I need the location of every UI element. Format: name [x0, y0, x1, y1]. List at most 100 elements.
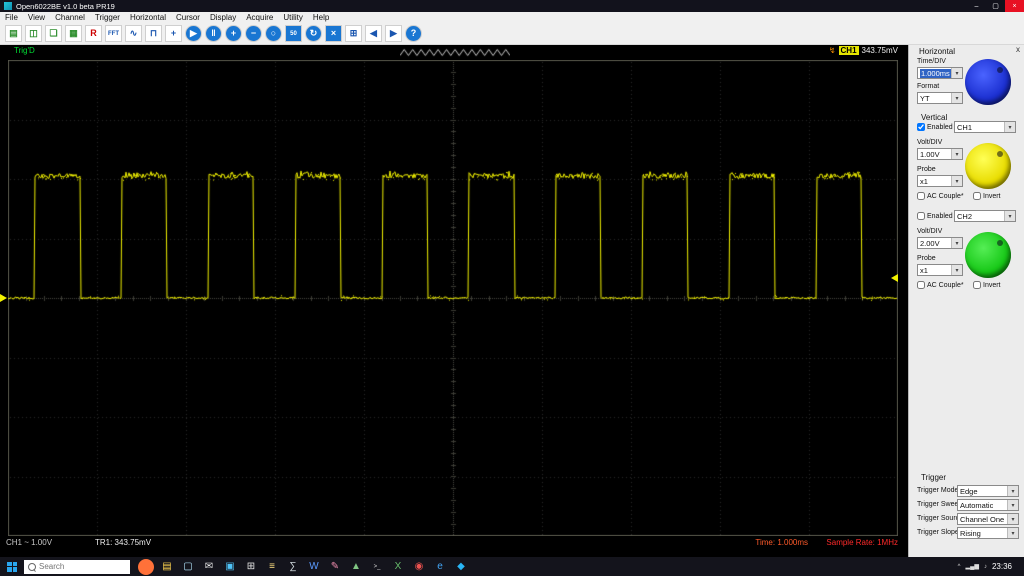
trigger-sweep-select[interactable]: Automatic ▾ — [957, 499, 1019, 511]
run-button[interactable]: ▶ — [185, 25, 202, 42]
ch1-probe-select[interactable]: x1 ▾ — [917, 175, 963, 187]
notes-icon[interactable]: ≡ — [264, 559, 280, 575]
close-button[interactable]: × — [1005, 0, 1024, 12]
trigger-sweep-label: Trigger Sweep — [917, 501, 962, 508]
scope-status-bar: CH1 ~ 1.00V TR1: 343.75mV Time: 1.000ms … — [0, 538, 908, 550]
ch2-vertical-knob[interactable] — [965, 232, 1011, 278]
next-frame-button[interactable]: ▶ — [385, 25, 402, 42]
ch2-enabled-checkbox[interactable]: Enabled — [917, 212, 953, 220]
time-readout: Time: 1.000ms — [755, 538, 808, 547]
menu-item[interactable]: File — [0, 13, 23, 22]
search-input[interactable] — [39, 562, 109, 571]
menu-item[interactable]: Channel — [50, 13, 90, 22]
time-div-select[interactable]: 1.000ms ▾ — [917, 67, 963, 79]
menu-item[interactable]: Trigger — [90, 13, 125, 22]
ch1-ground-marker[interactable] — [0, 294, 7, 302]
record-button[interactable]: R — [85, 25, 102, 42]
minimize-button[interactable]: – — [967, 0, 986, 12]
menu-item[interactable]: Display — [205, 13, 241, 22]
tray-chevron-icon[interactable]: ^ — [958, 564, 961, 570]
chevron-down-icon: ▾ — [1004, 122, 1015, 132]
open-file-button[interactable]: ▤ — [5, 25, 22, 42]
menu-item[interactable]: Acquire — [241, 13, 278, 22]
taskbar: ▤ ▢ ✉ ▣ ⊞ ≡ ∑ W ✎ ▲ >_ X ◉ e ◆ ^ ▂▄▆ ♪ 23:36 — [0, 557, 1024, 576]
format-label: Format — [917, 83, 939, 90]
menu-item[interactable]: Horizontal — [125, 13, 171, 22]
format-select[interactable]: YT ▾ — [917, 92, 963, 104]
ch2-channel-select[interactable]: CH2 ▾ — [954, 210, 1016, 222]
square-wave-button[interactable]: ⊓ — [145, 25, 162, 42]
prev-frame-button[interactable]: ◀ — [365, 25, 382, 42]
close-channel-button[interactable]: × — [325, 25, 342, 42]
edge-icon[interactable]: e — [432, 559, 448, 575]
ch1-invert-checkbox[interactable]: Invert — [973, 192, 1001, 200]
word-icon[interactable]: W — [306, 559, 322, 575]
paint-icon[interactable]: ✎ — [327, 559, 343, 575]
display-icon[interactable]: ▢ — [180, 559, 196, 575]
clock[interactable]: 23:36 — [992, 562, 1012, 571]
mail-icon[interactable]: ✉ — [201, 559, 217, 575]
zoom-out-button[interactable]: − — [245, 25, 262, 42]
menu-item[interactable]: View — [23, 13, 50, 22]
ch1-vertical-knob[interactable] — [965, 143, 1011, 189]
toolbar: ▤◫❏▦RFFT∿⊓+▶‖+−○50↻×⊞◀▶? — [0, 23, 1024, 45]
horizontal-knob[interactable] — [965, 59, 1011, 105]
horizontal-section-title: Horizontal — [919, 47, 955, 56]
shield-icon[interactable]: ▲ — [348, 559, 364, 575]
ch1-ac-couple-checkbox[interactable]: AC Couple* — [917, 192, 964, 200]
record-preview-canvas — [400, 47, 510, 58]
system-tray: ^ ▂▄▆ ♪ 23:36 — [958, 562, 1024, 571]
panel-close-button[interactable]: x — [1016, 45, 1020, 54]
display-grid-button[interactable]: ▦ — [65, 25, 82, 42]
trigger-mode-label: Trigger Mode — [917, 487, 958, 494]
pause-button[interactable]: ‖ — [205, 25, 222, 42]
menu-bar: FileViewChannelTriggerHorizontalCursorDi… — [0, 12, 1024, 23]
app-icon — [4, 2, 12, 10]
chrome-icon[interactable]: ◉ — [411, 559, 427, 575]
fft-button[interactable]: FFT — [105, 25, 122, 42]
trigger-level-value: 343.75mV — [862, 46, 898, 55]
chevron-down-icon: ▾ — [1007, 528, 1018, 538]
magnifier-button[interactable]: ○ — [265, 25, 282, 42]
volume-icon[interactable]: ♪ — [984, 564, 987, 570]
window-title: Open6022BE v1.0 beta PR19 — [16, 2, 115, 11]
export-button[interactable]: ❏ — [45, 25, 62, 42]
file-explorer-icon[interactable]: ▤ — [159, 559, 175, 575]
ch1-enabled-checkbox[interactable]: Enabled — [917, 123, 953, 131]
zoom-in-button[interactable]: + — [225, 25, 242, 42]
network-icon[interactable]: ▂▄▆ — [965, 563, 978, 570]
sine-wave-button[interactable]: ∿ — [125, 25, 142, 42]
menu-item[interactable]: Help — [308, 13, 334, 22]
trigger-source-select[interactable]: Channel One ▾ — [957, 513, 1019, 525]
start-button[interactable] — [0, 557, 24, 576]
fifty-percent-button[interactable]: 50 — [285, 25, 302, 42]
title-bar: Open6022BE v1.0 beta PR19 – ▢ × — [0, 0, 1024, 12]
trigger-slope-select[interactable]: Rising ▾ — [957, 527, 1019, 539]
ch2-probe-select[interactable]: x1 ▾ — [917, 264, 963, 276]
save-button[interactable]: ◫ — [25, 25, 42, 42]
excel-icon[interactable]: X — [390, 559, 406, 575]
cursor-button[interactable]: + — [165, 25, 182, 42]
help-button[interactable]: ? — [405, 25, 422, 42]
data-table-button[interactable]: ⊞ — [345, 25, 362, 42]
channel-info: ↯ CH1 343.75mV — [829, 46, 898, 55]
ch2-invert-checkbox[interactable]: Invert — [973, 281, 1001, 289]
firefox-icon[interactable] — [138, 559, 154, 575]
photos-icon[interactable]: ▣ — [222, 559, 238, 575]
ch2-volt-div-select[interactable]: 2.00V ▾ — [917, 237, 963, 249]
trigger-mode-select[interactable]: Edge ▾ — [957, 485, 1019, 497]
taskbar-search[interactable] — [24, 560, 130, 574]
refresh-button[interactable]: ↻ — [305, 25, 322, 42]
store-icon[interactable]: ⊞ — [243, 559, 259, 575]
ch1-channel-select[interactable]: CH1 ▾ — [954, 121, 1016, 133]
code-icon[interactable]: ◆ — [453, 559, 469, 575]
ch1-volt-div-label: Volt/DIV — [917, 139, 942, 146]
ch1-volt-div-select[interactable]: 1.00V ▾ — [917, 148, 963, 160]
maximize-button[interactable]: ▢ — [986, 0, 1005, 12]
menu-item[interactable]: Utility — [278, 13, 308, 22]
terminal-icon[interactable]: >_ — [369, 559, 385, 575]
calculator-icon[interactable]: ∑ — [285, 559, 301, 575]
ch2-ac-couple-checkbox[interactable]: AC Couple* — [917, 281, 964, 289]
trigger-level-marker[interactable] — [891, 274, 898, 282]
menu-item[interactable]: Cursor — [171, 13, 205, 22]
